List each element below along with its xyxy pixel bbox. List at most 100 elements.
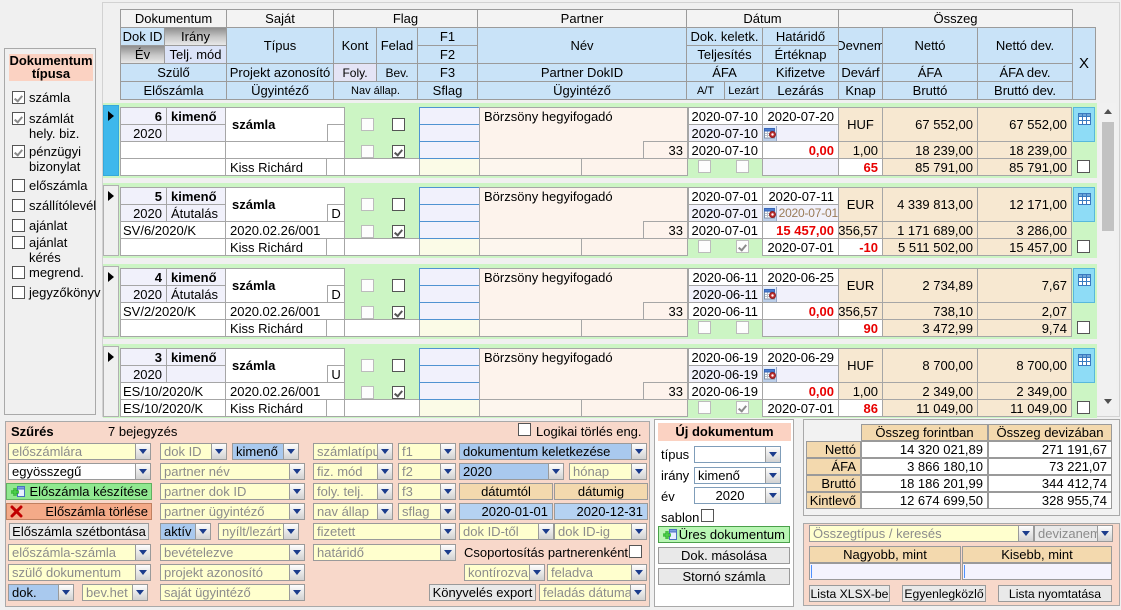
cell-sflag[interactable]	[419, 238, 480, 256]
dropdown-arrow-icon[interactable]	[631, 524, 646, 539]
cell-devarf[interactable]: 356,57	[838, 221, 883, 239]
totals-dev-value[interactable]: 271 191,67	[988, 441, 1112, 458]
new-doc-ev-select[interactable]: 2020	[694, 487, 781, 504]
cell-brutto-dev[interactable]: 11 049,00	[977, 399, 1072, 417]
column-header-afa-datum[interactable]: ÁFA	[686, 63, 763, 82]
cell-brutto-dev[interactable]: 15 457,00	[977, 238, 1072, 256]
cell-f2[interactable]	[419, 204, 480, 222]
dropdown-arrow-icon[interactable]	[529, 565, 544, 580]
cell-ev[interactable]: 2020	[120, 365, 167, 383]
column-header-partner-dokid[interactable]: Partner DokID	[477, 63, 687, 82]
dropdown-arrow-icon[interactable]	[289, 484, 304, 499]
filter-nav-allap[interactable]: nav állap	[313, 503, 393, 520]
filter-partner-ugyintezo[interactable]: partner ügyintéző	[160, 503, 305, 520]
cell-afa-dev[interactable]: 2 349,00	[977, 382, 1072, 400]
cell-partner-ugyintezo-2[interactable]	[581, 238, 688, 256]
cell-kifizetve[interactable]: 0,00	[762, 302, 839, 320]
cell-netto[interactable]: 8 700,00	[882, 348, 978, 383]
filter-datum-tol-input[interactable]: 2020-01-01	[459, 503, 553, 520]
dropdown-arrow-icon[interactable]	[765, 447, 780, 462]
filter-feladas-datuma[interactable]: feladás dátuma	[539, 584, 646, 601]
column-header-kont[interactable]: Kont	[333, 27, 377, 64]
cell-flag-kod[interactable]: D	[327, 204, 345, 222]
cell-afa[interactable]: 738,10	[882, 302, 978, 320]
column-header-projekt[interactable]: Projekt azonosító	[226, 63, 334, 82]
cell-partner-ugyintezo-2[interactable]	[581, 399, 688, 417]
dropdown-arrow-icon[interactable]	[289, 585, 304, 600]
filter-dok-id-ig[interactable]: dok ID-ig	[554, 523, 647, 540]
dropdown-arrow-icon[interactable]	[289, 464, 304, 479]
cell-nav-allap[interactable]	[344, 319, 420, 337]
dok-masolasa-button[interactable]: Dok. másolása	[658, 547, 790, 564]
cell-eloszamla[interactable]	[120, 158, 226, 176]
column-header-ev[interactable]: Év	[120, 45, 165, 64]
totals-dev-value[interactable]: 344 412,74	[988, 475, 1112, 492]
cell-knap[interactable]: -10	[838, 238, 883, 256]
cell-ugyintezo-kod[interactable]	[326, 158, 345, 176]
filter-f1[interactable]: f1	[398, 443, 456, 460]
cell-kifizetve[interactable]: 15 457,00	[762, 221, 839, 239]
cell-dok-id[interactable]: 3	[120, 348, 167, 366]
column-header-afa-dev[interactable]: ÁFA dev.	[977, 63, 1073, 82]
cell-partner-ugyintezo-1[interactable]	[479, 238, 582, 256]
calendar-button[interactable]	[763, 287, 777, 302]
cell-hatarido[interactable]: 2020-06-29	[762, 348, 839, 366]
dropdown-arrow-icon[interactable]	[289, 565, 304, 580]
dropdown-arrow-icon[interactable]	[377, 484, 392, 499]
doc-type-checkbox-2[interactable]	[12, 145, 25, 158]
dropdown-arrow-icon[interactable]	[765, 488, 780, 503]
column-header-netto[interactable]: Nettó	[882, 27, 978, 64]
dropdown-arrow-icon[interactable]	[135, 545, 150, 560]
less-than-input[interactable]	[962, 563, 1112, 580]
cell-hatarido[interactable]: 2020-07-20	[762, 107, 839, 125]
filter-ev[interactable]: 2020	[459, 463, 564, 480]
cell-ugyintezo-kod[interactable]	[326, 319, 345, 337]
cell-partner-ugyintezo-1[interactable]	[479, 158, 582, 176]
dropdown-arrow-icon[interactable]	[377, 504, 392, 519]
cell-erteknap[interactable]	[762, 365, 839, 383]
filter-partner-nev[interactable]: partner név	[160, 463, 305, 480]
row-indicator[interactable]	[103, 346, 119, 417]
column-header-devnem[interactable]: Devnem	[838, 27, 883, 64]
cell-ugyintezo[interactable]: Kiss Richárd	[225, 238, 327, 256]
totals-huf-value[interactable]: 12 674 699,50	[861, 492, 988, 509]
dropdown-arrow-icon[interactable]	[631, 565, 646, 580]
dropdown-arrow-icon[interactable]	[631, 464, 646, 479]
doc-type-checkbox-7[interactable]	[12, 266, 25, 279]
column-header-at[interactable]: A/T	[686, 81, 725, 100]
filter-datum-ig-input[interactable]: 2020-12-31	[554, 503, 648, 520]
filter-szulo-dokumentum[interactable]: szülő dokumentum	[8, 564, 151, 581]
column-header-ugyintezo[interactable]: Ügyintéző	[226, 81, 334, 100]
cell-sflag[interactable]	[419, 158, 480, 176]
filter-bev-het[interactable]: bev.het	[82, 584, 148, 601]
cell-ugyintezo[interactable]: Kiss Richárd	[225, 399, 327, 417]
doc-type-checkbox-5[interactable]	[12, 219, 25, 232]
dropdown-arrow-icon[interactable]	[765, 468, 780, 483]
column-header-erteknap[interactable]: Értéknap	[762, 45, 839, 64]
cell-szulo[interactable]: ES/10/2020/K	[120, 382, 226, 400]
cell-ugyintezo[interactable]: Kiss Richárd	[225, 158, 327, 176]
cell-brutto[interactable]: 5 511 502,00	[882, 238, 978, 256]
row-grid-button[interactable]	[1073, 348, 1095, 383]
column-header-f1[interactable]: F1	[417, 27, 478, 46]
cell-partner-dokid[interactable]: 33	[643, 221, 688, 239]
filter-dok-id-tol[interactable]: dok ID-től	[459, 523, 554, 540]
column-header-kifizetve[interactable]: Kifizetve	[762, 63, 839, 82]
cell-brutto[interactable]: 3 472,99	[882, 319, 978, 337]
column-header-teljesites[interactable]: Teljesítés	[686, 45, 763, 64]
cell-f2[interactable]	[419, 124, 480, 142]
new-doc-irany-select[interactable]: kimenő	[694, 467, 781, 484]
dropdown-arrow-icon[interactable]	[211, 444, 226, 459]
doc-type-checkbox-4[interactable]	[12, 199, 25, 212]
dropdown-arrow-icon[interactable]	[289, 545, 304, 560]
doc-type-checkbox-6[interactable]	[12, 236, 25, 249]
cell-dok-keletk[interactable]: 2020-06-19	[688, 348, 763, 366]
cell-afa[interactable]: 1 171 689,00	[882, 221, 978, 239]
cell-knap[interactable]: 90	[838, 319, 883, 337]
cell-irany[interactable]: kimenő	[166, 107, 226, 125]
cell-netto-dev[interactable]: 8 700,00	[977, 348, 1072, 383]
cell-afa-datum[interactable]: 2020-06-19	[688, 382, 763, 400]
cell-sflag[interactable]	[419, 319, 480, 337]
logical-delete-checkbox[interactable]	[518, 423, 531, 436]
cell-irany[interactable]: kimenő	[166, 187, 226, 205]
